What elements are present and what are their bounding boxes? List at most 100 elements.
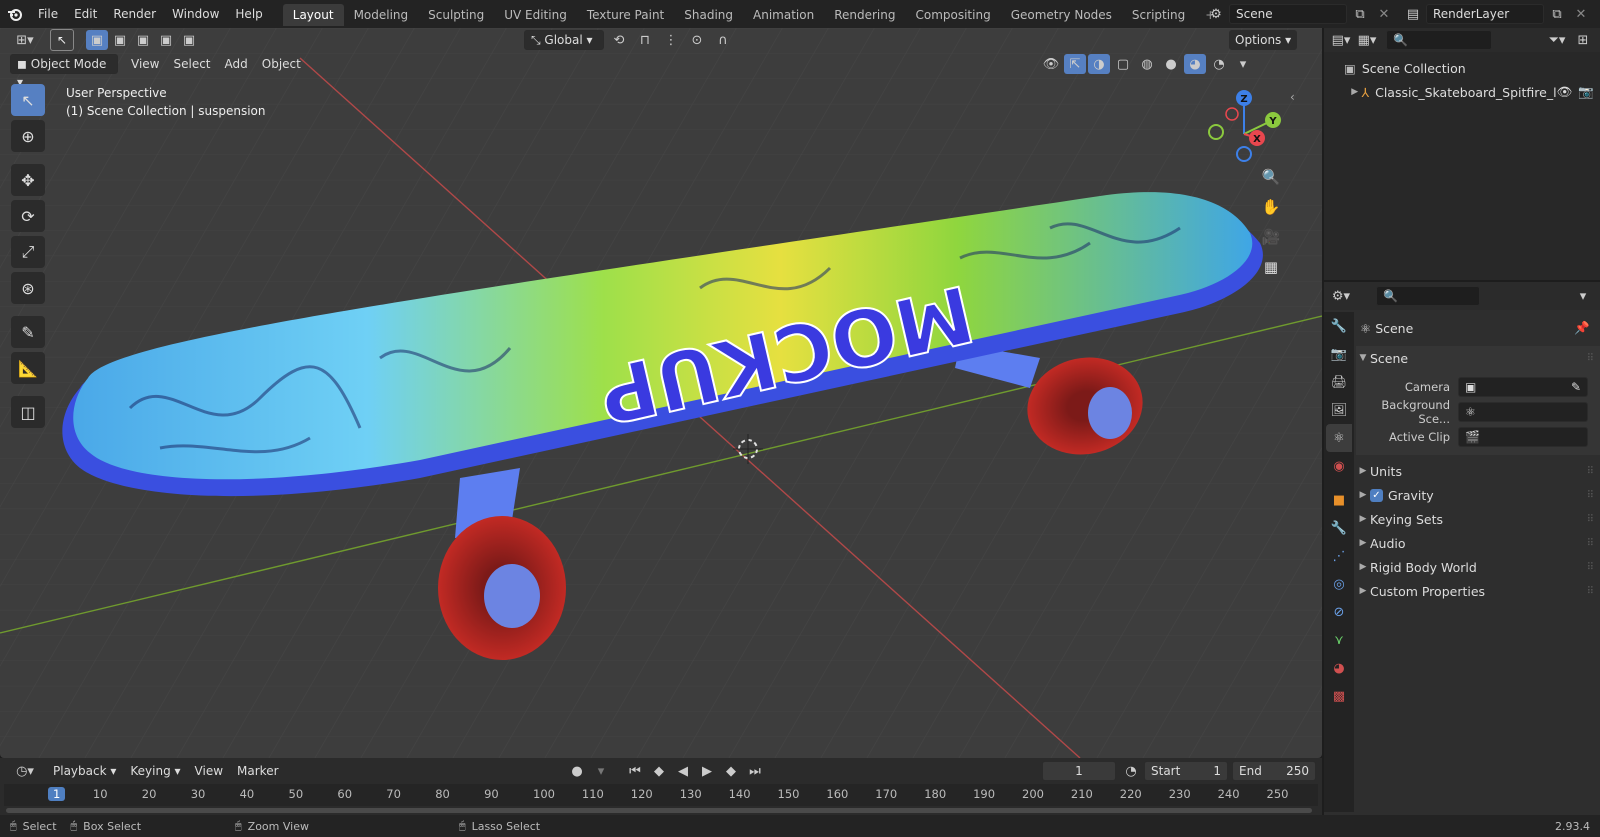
- active-clip-field[interactable]: 🎬: [1458, 426, 1588, 447]
- tab-sculpting[interactable]: Sculpting: [418, 4, 494, 26]
- mode-extend-icon[interactable]: ▣: [109, 30, 131, 50]
- camera-icon[interactable]: 📷: [1578, 84, 1594, 100]
- texture-tab-icon[interactable]: ▩: [1326, 682, 1352, 710]
- tab-layout[interactable]: Layout: [282, 4, 344, 26]
- menu-keying[interactable]: Keying ▾: [123, 761, 187, 781]
- object-tab-icon[interactable]: ■: [1326, 486, 1352, 514]
- wireframe-shading-icon[interactable]: ◍: [1136, 54, 1158, 74]
- tab-texture-paint[interactable]: Texture Paint: [577, 4, 674, 26]
- audio-panel-header[interactable]: ▶ Audio ⠿: [1356, 531, 1600, 555]
- zoom-icon[interactable]: 🔍: [1258, 164, 1284, 190]
- mode-dropdown[interactable]: ◼ Object Mode ▾: [10, 54, 118, 89]
- menu-playback[interactable]: Playback ▾: [46, 761, 123, 781]
- timeline-editor-type-icon[interactable]: ◷▾: [10, 761, 40, 781]
- next-keyframe-icon[interactable]: ◆: [720, 761, 742, 781]
- frame-ruler[interactable]: 1 10 20 30 40 50 60 70 80 90 100 110 120 130 140 150 160…: [4, 784, 1318, 806]
- material-shading-icon[interactable]: ◕: [1184, 54, 1206, 74]
- scene-collection-row[interactable]: ▣ Scene Collection: [1324, 56, 1600, 80]
- jump-end-icon[interactable]: ⏭: [744, 761, 766, 781]
- camera-view-icon[interactable]: 🎥: [1258, 224, 1284, 250]
- move-tool-icon[interactable]: ✥: [11, 164, 45, 196]
- delete-scene-icon[interactable]: ✕: [1373, 4, 1395, 24]
- pan-hand-icon[interactable]: ✋: [1258, 194, 1284, 220]
- scene-selector-icon[interactable]: ⚙: [1205, 4, 1227, 24]
- keying-sets-panel-header[interactable]: ▶ Keying Sets ⠿: [1356, 507, 1600, 531]
- gizmo-neg-y[interactable]: [1208, 124, 1224, 140]
- particles-tab-icon[interactable]: ⋰: [1326, 542, 1352, 570]
- menu-object[interactable]: Object: [255, 54, 308, 74]
- tab-animation[interactable]: Animation: [743, 4, 824, 26]
- scale-tool-icon[interactable]: ⤢: [11, 236, 45, 268]
- scene-name-field[interactable]: Scene: [1229, 4, 1347, 24]
- play-reverse-icon[interactable]: ◀: [672, 761, 694, 781]
- select-box-tool-icon[interactable]: ↖: [11, 84, 45, 116]
- constraints-tab-icon[interactable]: ⊘: [1326, 598, 1352, 626]
- menu-window[interactable]: Window: [164, 0, 227, 28]
- pivot-point-icon[interactable]: ⟲: [608, 30, 630, 50]
- shading-options-icon[interactable]: ▾: [1232, 54, 1254, 74]
- ortho-toggle-icon[interactable]: ▦: [1258, 254, 1284, 280]
- camera-field[interactable]: ▣ ✎: [1458, 376, 1588, 397]
- gizmo-neg-x[interactable]: [1225, 107, 1239, 121]
- xray-icon[interactable]: ▢: [1112, 54, 1134, 74]
- menu-edit[interactable]: Edit: [66, 0, 105, 28]
- add-cube-tool-icon[interactable]: ◫: [11, 396, 45, 428]
- menu-help[interactable]: Help: [227, 0, 270, 28]
- current-frame-indicator[interactable]: 1: [48, 787, 66, 801]
- viewport-scene[interactable]: MOCKUP: [0, 28, 1322, 758]
- mode-intersect-icon[interactable]: ▣: [178, 30, 200, 50]
- tab-compositing[interactable]: Compositing: [905, 4, 1000, 26]
- filter-icon[interactable]: ⏷▾: [1546, 30, 1568, 50]
- falloff-icon[interactable]: ∩: [712, 30, 734, 50]
- units-panel-header[interactable]: ▶ Units ⠿: [1356, 459, 1600, 483]
- physics-tab-icon[interactable]: ◎: [1326, 570, 1352, 598]
- material-tab-icon[interactable]: ◕: [1326, 654, 1352, 682]
- scene-panel-header[interactable]: ▼ Scene ⠿: [1356, 346, 1600, 370]
- blender-logo-icon[interactable]: [0, 7, 30, 21]
- jump-start-icon[interactable]: ⏮: [624, 761, 646, 781]
- properties-search-input[interactable]: 🔍: [1376, 286, 1480, 306]
- background-scene-field[interactable]: ⚛: [1458, 401, 1588, 422]
- snap-target-icon[interactable]: ⋮: [660, 30, 682, 50]
- drag-grip-icon[interactable]: ⠿: [1587, 353, 1594, 364]
- scene-tab-icon[interactable]: ⚛: [1326, 424, 1352, 452]
- options-dropdown[interactable]: Options ▾: [1229, 30, 1298, 50]
- proportional-edit-icon[interactable]: ⊙: [686, 30, 708, 50]
- gizmo-neg-z[interactable]: [1236, 146, 1252, 162]
- custom-properties-panel-header[interactable]: ▶ Custom Properties ⠿: [1356, 579, 1600, 603]
- gravity-panel-header[interactable]: ▶ ✓ Gravity ⠿: [1356, 483, 1600, 507]
- start-frame-field[interactable]: Start 1: [1144, 761, 1228, 781]
- rendered-shading-icon[interactable]: ◔: [1208, 54, 1230, 74]
- gravity-checkbox[interactable]: ✓: [1370, 488, 1383, 502]
- eyedropper-icon[interactable]: ✎: [1571, 378, 1581, 396]
- auto-keying-icon[interactable]: ●: [566, 761, 588, 781]
- measure-tool-icon[interactable]: 📐: [11, 352, 45, 384]
- tab-geometry-nodes[interactable]: Geometry Nodes: [1001, 4, 1122, 26]
- render-tab-icon[interactable]: 📷: [1326, 340, 1352, 368]
- view-layer-tab-icon[interactable]: 🖼: [1326, 396, 1352, 424]
- current-frame-field[interactable]: 1: [1042, 761, 1116, 781]
- visibility-icon[interactable]: 👁: [1040, 54, 1062, 74]
- preview-range-icon[interactable]: ◔: [1120, 761, 1142, 781]
- prev-keyframe-icon[interactable]: ◆: [648, 761, 670, 781]
- menu-file[interactable]: File: [30, 0, 66, 28]
- overlay-toggle-icon[interactable]: ◑: [1088, 54, 1110, 74]
- sidebar-toggle-icon[interactable]: ‹: [1290, 90, 1295, 104]
- keying-options-icon[interactable]: ▾: [590, 761, 612, 781]
- snap-icon[interactable]: ⊓: [634, 30, 656, 50]
- new-view-layer-icon[interactable]: ⧉: [1546, 4, 1568, 24]
- transform-orientation-dropdown[interactable]: ⤡ Global ▾: [524, 30, 604, 50]
- properties-editor-type-icon[interactable]: ⚙▾: [1330, 286, 1352, 306]
- expand-arrow-icon[interactable]: ▶: [1348, 87, 1361, 97]
- tool-tab-icon[interactable]: 🔧: [1326, 312, 1352, 340]
- mode-invert-icon[interactable]: ▣: [155, 30, 177, 50]
- timeline-scrollbar[interactable]: [6, 808, 1312, 813]
- menu-view[interactable]: View: [124, 54, 166, 74]
- menu-add[interactable]: Add: [218, 54, 255, 74]
- transform-tool-icon[interactable]: ⊛: [11, 272, 45, 304]
- tab-modeling[interactable]: Modeling: [344, 4, 419, 26]
- rotate-tool-icon[interactable]: ⟳: [11, 200, 45, 232]
- 3d-viewport[interactable]: MOCKUP ⊞▾ ↖ ▣ ▣ ▣ ▣ ▣ ⤡ Global ▾ ⟲ ⊓ ⋮ ⊙…: [0, 28, 1322, 758]
- select-tool-icon[interactable]: ↖: [50, 29, 74, 51]
- tab-uv-editing[interactable]: UV Editing: [494, 4, 577, 26]
